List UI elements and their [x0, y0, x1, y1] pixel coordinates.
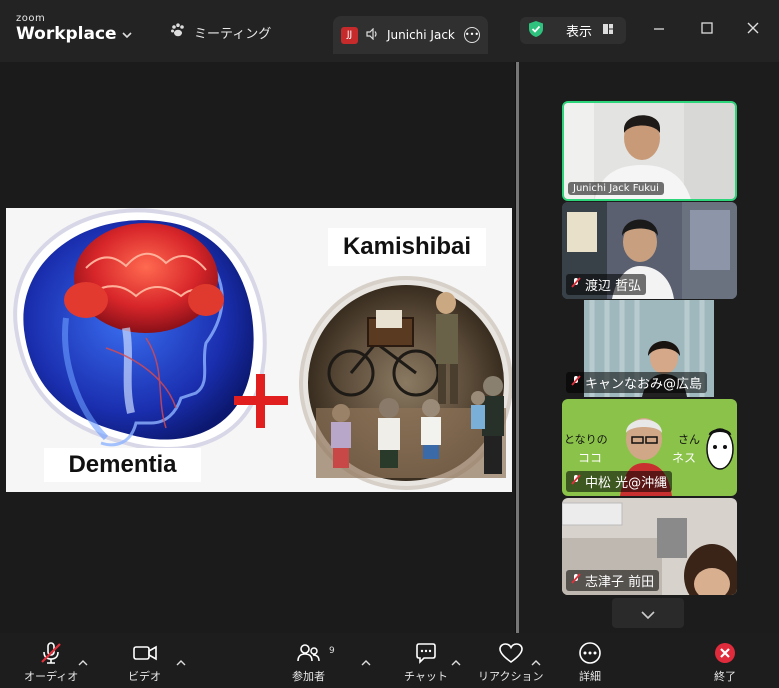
video-button[interactable]: ビデオ — [128, 641, 161, 684]
participant-tile-3[interactable]: キャンなおみ@広島 — [562, 300, 737, 397]
participant-name-2: 渡辺 哲弘 — [566, 274, 647, 295]
participant-tile-2[interactable]: 渡辺 哲弘 — [562, 202, 737, 299]
meeting-tab-label: ミーティング — [194, 26, 272, 42]
audio-label: オーディオ — [24, 670, 79, 683]
end-x-icon — [713, 641, 737, 665]
video-label: ビデオ — [128, 670, 161, 683]
minimize-icon[interactable] — [652, 20, 666, 39]
muted-mic-icon — [571, 473, 581, 490]
participant-name-1: Junichi Jack Fukui — [568, 182, 664, 195]
more-details-button[interactable]: 詳細 — [577, 641, 603, 684]
reaction-label: リアクション — [478, 670, 544, 683]
participant-tile-1[interactable]: Junichi Jack Fukui — [562, 101, 737, 201]
participants-options-caret-icon[interactable] — [361, 651, 371, 670]
participant-name-5: 志津子 前田 — [566, 570, 660, 591]
chat-button[interactable]: チャット — [404, 641, 448, 684]
video-camera-icon — [132, 641, 158, 665]
participants-label: 参加者 — [292, 670, 325, 683]
view-button-label: 表示 — [566, 25, 593, 40]
slide-label-kamishibai: Kamishibai — [328, 228, 486, 266]
view-button[interactable]: 表示 — [520, 17, 626, 44]
speaker-avatar-badge: JJ — [341, 26, 358, 44]
slide-label-dementia: Dementia — [44, 448, 201, 482]
participants-button[interactable]: 参加者 — [292, 641, 325, 684]
speaker-name: Junichi Jack — [387, 28, 455, 42]
muted-mic-icon — [571, 276, 581, 293]
participants-icon — [296, 641, 322, 665]
chat-label: チャット — [404, 670, 448, 683]
more-dots-icon — [577, 641, 603, 665]
active-speaker-tab[interactable]: JJ Junichi Jack ••• — [333, 16, 488, 54]
logo-big-text: Workplace — [16, 24, 117, 44]
layout-grid-icon — [602, 23, 614, 39]
shared-slide: Kamishibai Dementia — [6, 208, 512, 492]
participants-count-badge: 9 — [329, 646, 335, 656]
audio-button[interactable]: オーディオ — [24, 641, 78, 684]
chevron-down-icon[interactable] — [122, 24, 132, 43]
end-meeting-button[interactable]: 終了 — [713, 641, 737, 684]
chevron-down-icon — [641, 604, 655, 623]
participant-name-3: キャンなおみ@広島 — [566, 372, 708, 393]
paw-icon — [170, 22, 186, 42]
zoom-workplace-logo[interactable]: zoom Workplace — [16, 14, 117, 43]
participant-name-4: 中松 光@沖縄 — [566, 471, 673, 492]
chat-options-caret-icon[interactable] — [451, 651, 461, 670]
scroll-down-button[interactable] — [612, 598, 684, 628]
maximize-icon[interactable] — [700, 20, 714, 39]
details-label: 詳細 — [579, 670, 601, 683]
logo-small-text: zoom — [16, 13, 46, 24]
end-label: 終了 — [714, 670, 736, 683]
audio-options-caret-icon[interactable] — [78, 651, 88, 670]
muted-mic-icon — [571, 374, 581, 391]
more-options-icon[interactable]: ••• — [464, 27, 480, 43]
shield-check-icon — [528, 20, 544, 42]
heart-icon — [498, 641, 524, 665]
meeting-tab[interactable]: ミーティング — [170, 22, 271, 42]
speaker-volume-icon — [366, 27, 379, 43]
muted-mic-icon — [571, 572, 581, 589]
meeting-toolbar — [0, 633, 779, 688]
close-icon[interactable] — [746, 20, 760, 39]
participant-tile-4[interactable]: となりの さん ココ ネス 中松 光@沖縄 — [562, 399, 737, 496]
chat-bubble-icon — [414, 641, 438, 665]
participant-tile-5[interactable]: 志津子 前田 — [562, 498, 737, 595]
video-options-caret-icon[interactable] — [176, 651, 186, 670]
reaction-options-caret-icon[interactable] — [531, 651, 541, 670]
microphone-muted-icon — [39, 641, 63, 665]
